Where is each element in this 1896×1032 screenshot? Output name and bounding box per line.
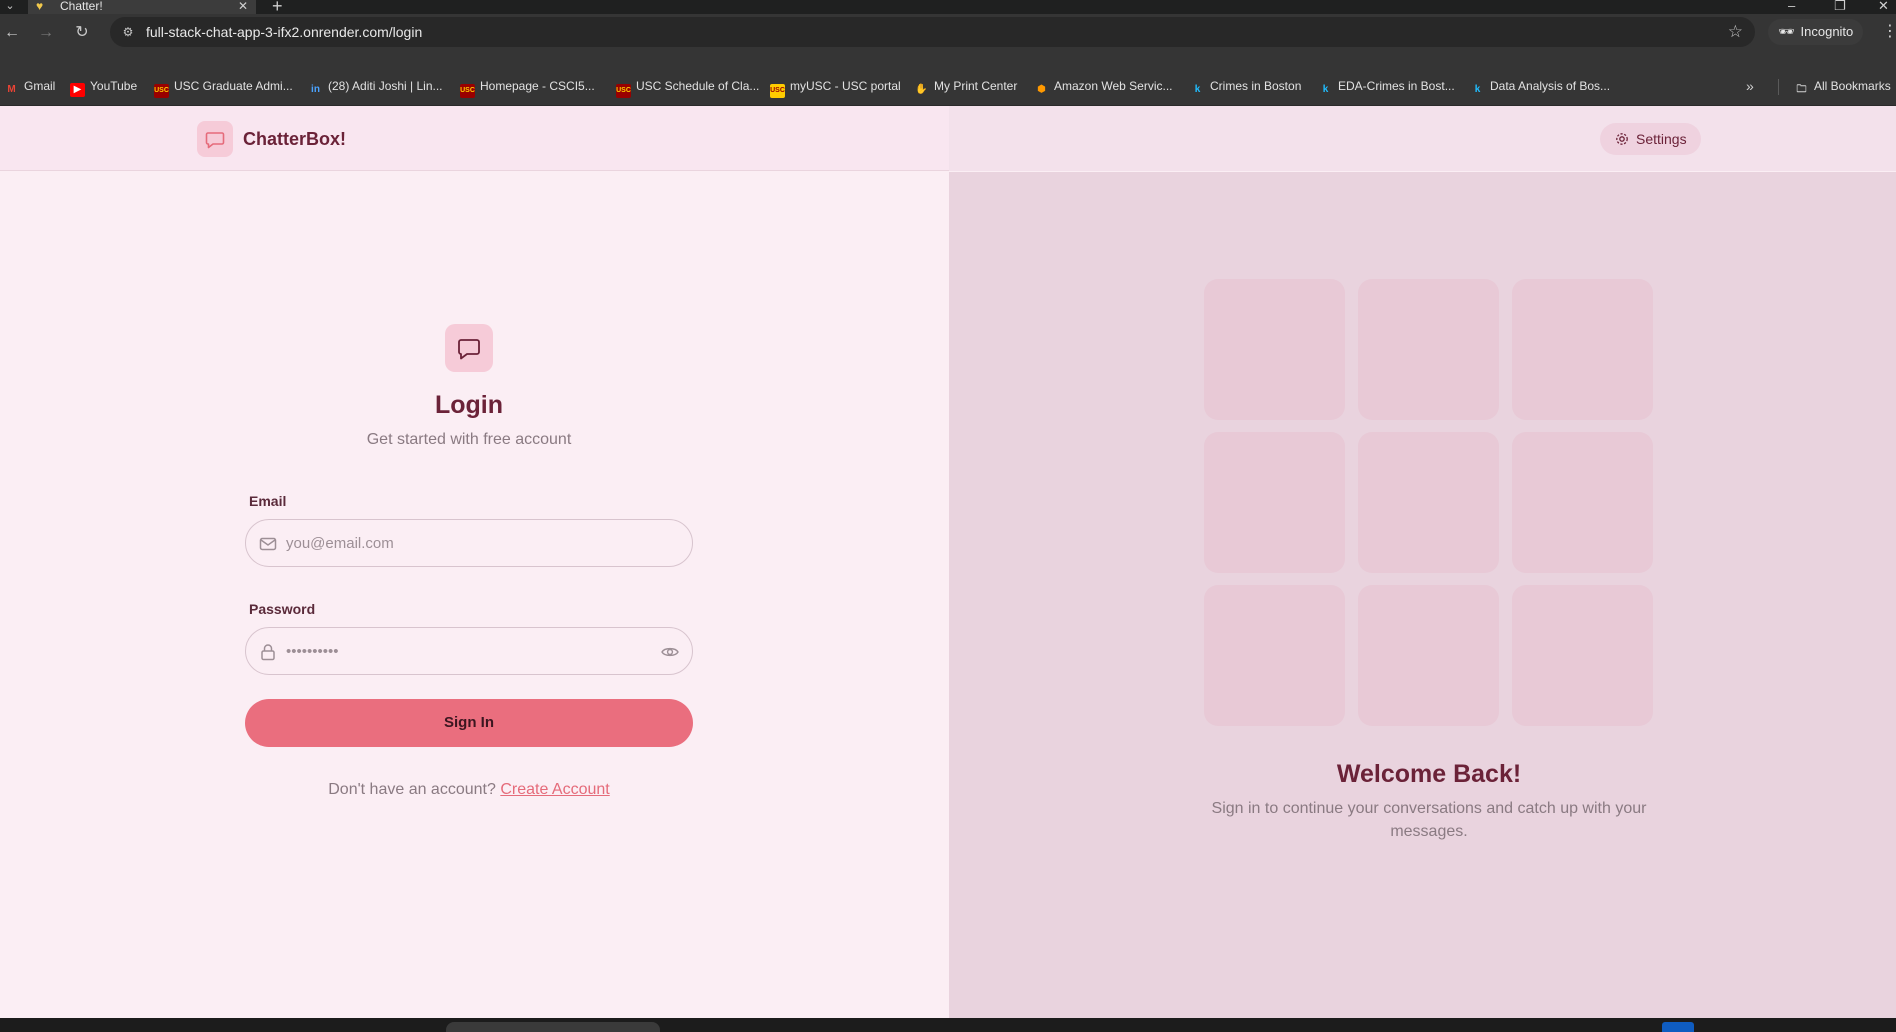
welcome-title: Welcome Back! (1336, 760, 1522, 788)
password-input[interactable] (286, 636, 656, 666)
taskbar-search-box[interactable] (446, 1022, 660, 1032)
pattern-tile (1512, 585, 1653, 726)
usc-gold-icon: USC (770, 84, 785, 98)
app-page: ChatterBox! Settings Login Get started w… (0, 106, 1896, 1018)
signup-prompt-row: Don't have an account? Create Account (0, 780, 938, 800)
tab-search-chevron-icon[interactable]: ⌄ (0, 0, 20, 14)
usc-icon: USC (154, 84, 169, 98)
address-bar[interactable]: ⚙ full-stack-chat-app-3-ifx2.onrender.co… (110, 17, 1755, 47)
gmail-icon: M (7, 84, 16, 95)
linkedin-icon: in (311, 84, 320, 95)
reload-icon[interactable]: ↻ (72, 23, 92, 43)
bookmark-crimes-boston[interactable]: k Crimes in Boston (1190, 77, 1302, 95)
chat-bubble-logo-icon[interactable] (197, 121, 233, 157)
browser-menu-icon[interactable]: ⋮ (1882, 23, 1896, 41)
password-field[interactable] (245, 627, 693, 675)
site-settings-icon[interactable]: ⚙ (120, 24, 136, 40)
pattern-tile (1358, 585, 1499, 726)
bookmark-data-analysis[interactable]: k Data Analysis of Bos... (1470, 77, 1610, 95)
new-tab-button[interactable]: + (272, 0, 283, 15)
bookmark-usc-graduate[interactable]: USC USC Graduate Admi... (154, 77, 293, 98)
bookmark-gmail[interactable]: M Gmail (4, 77, 55, 95)
taskbar-app-icon[interactable] (1662, 1022, 1694, 1032)
email-label: Email (249, 493, 287, 509)
aws-icon: ⬢ (1037, 84, 1046, 95)
forward-arrow-icon[interactable]: → (36, 23, 56, 43)
bookmarks-bar: M Gmail ▶ YouTube USC USC Graduate Admi... … (0, 50, 1896, 106)
login-subtitle: Get started with free account (366, 431, 572, 448)
app-navbar: ChatterBox! Settings (0, 106, 1896, 171)
pattern-tile (1204, 279, 1345, 420)
brand-name[interactable]: ChatterBox! (243, 128, 346, 150)
kaggle-icon: k (1322, 84, 1329, 95)
lock-icon (261, 644, 275, 661)
window-close-button[interactable]: ✕ (1878, 0, 1889, 13)
browser-toolbar: ← → ↻ ⚙ full-stack-chat-app-3-ifx2.onren… (0, 14, 1896, 50)
tab-close-icon[interactable]: ✕ (238, 0, 248, 13)
folder-icon: 🗀 (1796, 84, 1807, 95)
os-taskbar (0, 1018, 1896, 1032)
youtube-icon: ▶ (70, 83, 85, 97)
bookmark-linkedin[interactable]: in (28) Aditi Joshi | Lin... (308, 77, 442, 95)
bookmarks-divider (1778, 79, 1779, 95)
usc-icon: USC (616, 84, 631, 98)
pattern-tile (1204, 432, 1345, 573)
pattern-tile (1358, 432, 1499, 573)
all-bookmarks-folder[interactable]: 🗀 All Bookmarks (1794, 77, 1891, 95)
url-text[interactable]: full-stack-chat-app-3-ifx2.onrender.com/… (146, 24, 422, 40)
gear-icon (1616, 133, 1628, 145)
password-label: Password (249, 601, 316, 617)
bookmark-csci-homepage[interactable]: USC Homepage - CSCI5... (460, 77, 595, 98)
pattern-tile (1512, 279, 1653, 420)
create-account-link[interactable]: Create Account (500, 781, 609, 798)
hand-icon: ✋ (915, 84, 928, 95)
email-input[interactable] (286, 528, 656, 558)
kaggle-icon: k (1474, 84, 1481, 95)
settings-label: Settings (1636, 131, 1687, 147)
back-arrow-icon[interactable]: ← (2, 23, 22, 43)
signup-prompt-text: Don't have an account? (328, 781, 496, 798)
pattern-tile (1204, 585, 1345, 726)
sign-in-button[interactable]: Sign In (245, 699, 693, 747)
settings-button[interactable]: Settings (1600, 123, 1701, 155)
bookmark-print-center[interactable]: ✋ My Print Center (914, 77, 1017, 95)
incognito-indicator[interactable]: 🕶 Incognito (1768, 19, 1864, 45)
window-minimize-button[interactable]: – (1788, 0, 1795, 13)
bookmark-usc-schedule[interactable]: USC USC Schedule of Cla... (616, 77, 759, 98)
kaggle-icon: k (1194, 84, 1201, 95)
browser-tab-strip: ⌄ ♥ Chatter! ✕ + – ❐ ✕ (0, 0, 1896, 15)
mail-icon (259, 537, 277, 551)
email-field[interactable] (245, 519, 693, 567)
chatter-favicon-icon: ♥ (36, 0, 44, 13)
message-square-icon (445, 324, 493, 372)
bookmark-aws[interactable]: ⬢ Amazon Web Servic... (1034, 77, 1172, 95)
pattern-tile (1358, 279, 1499, 420)
eye-icon[interactable] (660, 642, 680, 662)
browser-tab-active[interactable]: ♥ Chatter! ✕ (28, 0, 256, 14)
incognito-label: Incognito (1800, 24, 1854, 39)
bookmark-star-icon[interactable]: ☆ (1728, 22, 1743, 42)
bookmark-youtube[interactable]: ▶ YouTube (70, 77, 137, 97)
welcome-subtitle: Sign in to continue your conversations a… (1211, 800, 1647, 840)
incognito-icon: 🕶 (1778, 24, 1795, 39)
bookmark-eda-crimes[interactable]: k EDA-Crimes in Bost... (1318, 77, 1455, 95)
bookmarks-overflow-icon[interactable]: » (1746, 77, 1754, 95)
login-title: Login (434, 391, 504, 419)
bookmark-myusc[interactable]: USC myUSC - USC portal (770, 77, 901, 98)
usc-icon: USC (460, 84, 475, 98)
tab-title: Chatter! (60, 0, 103, 13)
login-pane (0, 172, 949, 1018)
pattern-tile (1512, 432, 1653, 573)
window-restore-button[interactable]: ❐ (1834, 0, 1846, 13)
navbar-right-section (949, 106, 1896, 171)
